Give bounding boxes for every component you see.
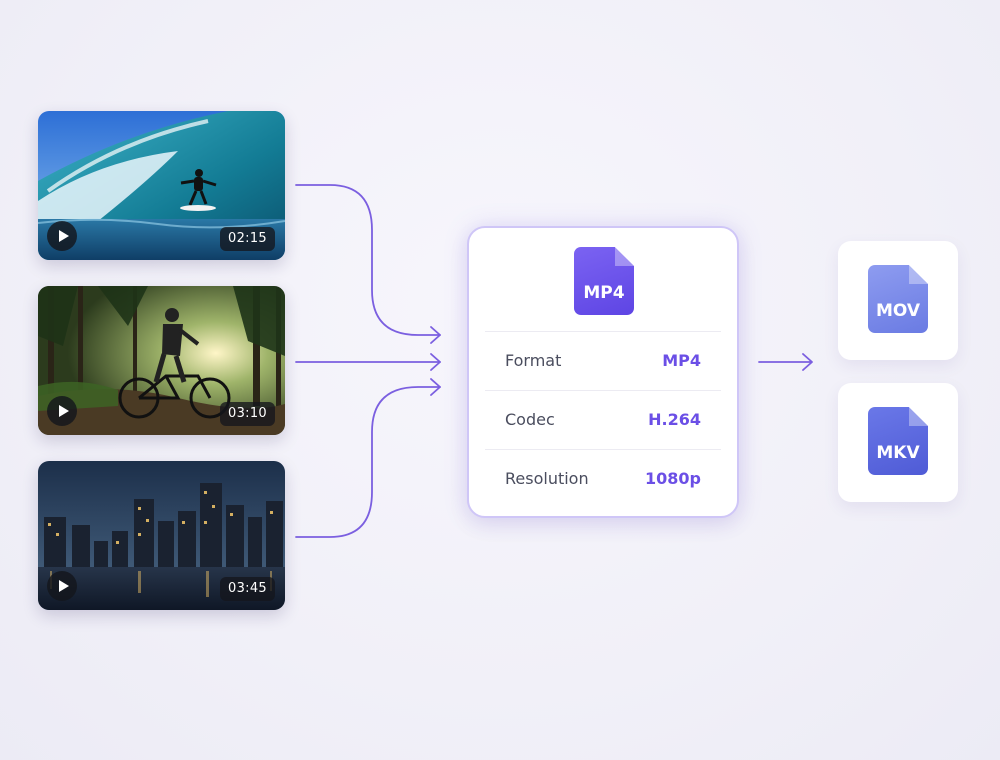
connector-line-video-3 bbox=[295, 386, 441, 538]
connector-line-video-1 bbox=[295, 184, 441, 336]
video-thumbnail-1[interactable]: 02:15 bbox=[38, 111, 285, 260]
setting-value: H.264 bbox=[648, 410, 701, 429]
setting-label: Resolution bbox=[505, 469, 589, 488]
conversion-settings-card: MP4 Format MP4 Codec H.264 Resolution 10… bbox=[467, 226, 739, 518]
play-button[interactable] bbox=[47, 221, 77, 251]
setting-value: MP4 bbox=[662, 351, 701, 370]
setting-label: Format bbox=[505, 351, 562, 370]
setting-label: Codec bbox=[505, 410, 555, 429]
duration-badge: 02:15 bbox=[220, 227, 275, 251]
arrowhead-icon-3 bbox=[430, 378, 441, 396]
play-button[interactable] bbox=[47, 571, 77, 601]
setting-row-codec[interactable]: Codec H.264 bbox=[485, 390, 721, 450]
file-icon-label: MOV bbox=[875, 301, 921, 321]
video-thumbnail-2[interactable]: 03:10 bbox=[38, 286, 285, 435]
video-thumbnail-3[interactable]: 03:45 bbox=[38, 461, 285, 610]
output-arrow-icon bbox=[758, 353, 813, 371]
setting-row-format[interactable]: Format MP4 bbox=[485, 331, 721, 391]
file-icon-label: MKV bbox=[876, 443, 920, 463]
output-format-mov[interactable]: MOV bbox=[838, 241, 958, 360]
setting-row-resolution[interactable]: Resolution 1080p bbox=[485, 449, 721, 509]
output-format-mkv[interactable]: MKV bbox=[838, 383, 958, 502]
setting-value: 1080p bbox=[645, 469, 701, 488]
mp4-file-icon: MP4 bbox=[574, 247, 634, 315]
file-icon-label: MP4 bbox=[583, 283, 625, 303]
arrowhead-icon-2 bbox=[430, 353, 441, 371]
arrowhead-icon-1 bbox=[430, 326, 441, 344]
duration-badge: 03:45 bbox=[220, 577, 275, 601]
play-button[interactable] bbox=[47, 396, 77, 426]
mkv-file-icon: MKV bbox=[868, 407, 928, 475]
duration-badge: 03:10 bbox=[220, 402, 275, 426]
converter-canvas: 02:15 03:10 03:45 MP4 Format MP4 Codec H… bbox=[0, 0, 1000, 760]
mov-file-icon: MOV bbox=[868, 265, 928, 333]
